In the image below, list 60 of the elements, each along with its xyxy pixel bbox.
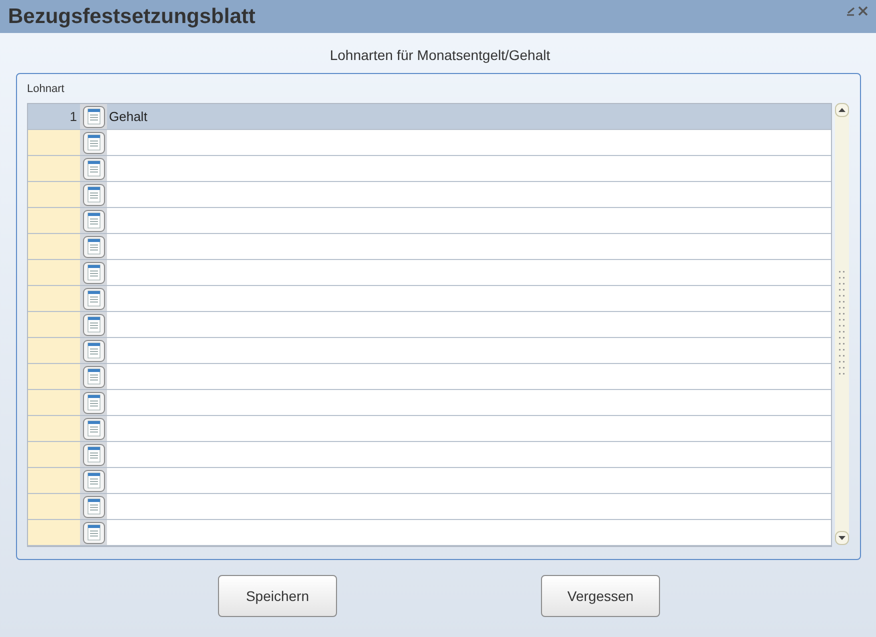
row-number-cell (28, 416, 80, 441)
table-row[interactable] (28, 468, 831, 494)
document-icon[interactable] (82, 340, 104, 362)
row-number-cell (28, 442, 80, 467)
document-icon[interactable] (82, 236, 104, 258)
table-cell-text: Gehalt (108, 108, 148, 126)
scroll-down-icon[interactable] (835, 531, 849, 545)
table-row[interactable] (28, 260, 831, 286)
minimize-icon[interactable] (846, 6, 856, 16)
document-icon[interactable] (82, 106, 104, 128)
row-number-cell (28, 338, 80, 363)
scrollbar[interactable] (835, 103, 849, 545)
row-number-cell (28, 468, 80, 493)
scroll-up-icon[interactable] (835, 103, 849, 117)
row-number-cell (28, 130, 80, 155)
document-icon[interactable] (82, 522, 104, 544)
table-row[interactable] (28, 416, 831, 442)
row-number-cell (28, 234, 80, 259)
row-number-cell (28, 520, 80, 545)
row-number-cell (28, 286, 80, 311)
document-icon[interactable] (82, 314, 104, 336)
document-icon[interactable] (82, 470, 104, 492)
table-row[interactable] (28, 156, 831, 182)
close-icon[interactable] (858, 6, 868, 16)
document-icon[interactable] (82, 418, 104, 440)
table-row[interactable] (28, 390, 831, 416)
table-row[interactable]: 1 Gehalt (28, 104, 831, 130)
table-row[interactable] (28, 286, 831, 312)
table-row[interactable] (28, 130, 831, 156)
save-button[interactable]: Speichern (218, 575, 337, 617)
row-number-cell (28, 156, 80, 181)
document-icon[interactable] (82, 158, 104, 180)
table-row[interactable] (28, 364, 831, 390)
row-number-cell (28, 312, 80, 337)
document-icon[interactable] (82, 184, 104, 206)
document-icon[interactable] (82, 444, 104, 466)
document-icon[interactable] (82, 288, 104, 310)
table-row[interactable] (28, 182, 831, 208)
row-number-cell (28, 260, 80, 285)
row-number-cell (28, 182, 80, 207)
window-title: Bezugsfestsetzungsblatt (8, 4, 256, 30)
group-label: Lohnart (27, 83, 66, 96)
page-heading: Lohnarten für Monatsentgelt/Gehalt (330, 46, 550, 65)
row-number-cell (28, 208, 80, 233)
table-row[interactable] (28, 208, 831, 234)
document-icon[interactable] (82, 392, 104, 414)
table-row[interactable] (28, 442, 831, 468)
table-row[interactable] (28, 312, 831, 338)
table-row[interactable] (28, 338, 831, 364)
document-icon[interactable] (82, 262, 104, 284)
row-number-cell (28, 364, 80, 389)
document-icon[interactable] (82, 366, 104, 388)
table-row[interactable] (28, 494, 831, 520)
document-icon[interactable] (82, 496, 104, 518)
document-icon[interactable] (82, 132, 104, 154)
document-icon[interactable] (82, 210, 104, 232)
discard-button[interactable]: Vergessen (541, 575, 660, 617)
row-number-cell (28, 494, 80, 519)
row-number-cell (28, 390, 80, 415)
table-row[interactable] (28, 234, 831, 260)
